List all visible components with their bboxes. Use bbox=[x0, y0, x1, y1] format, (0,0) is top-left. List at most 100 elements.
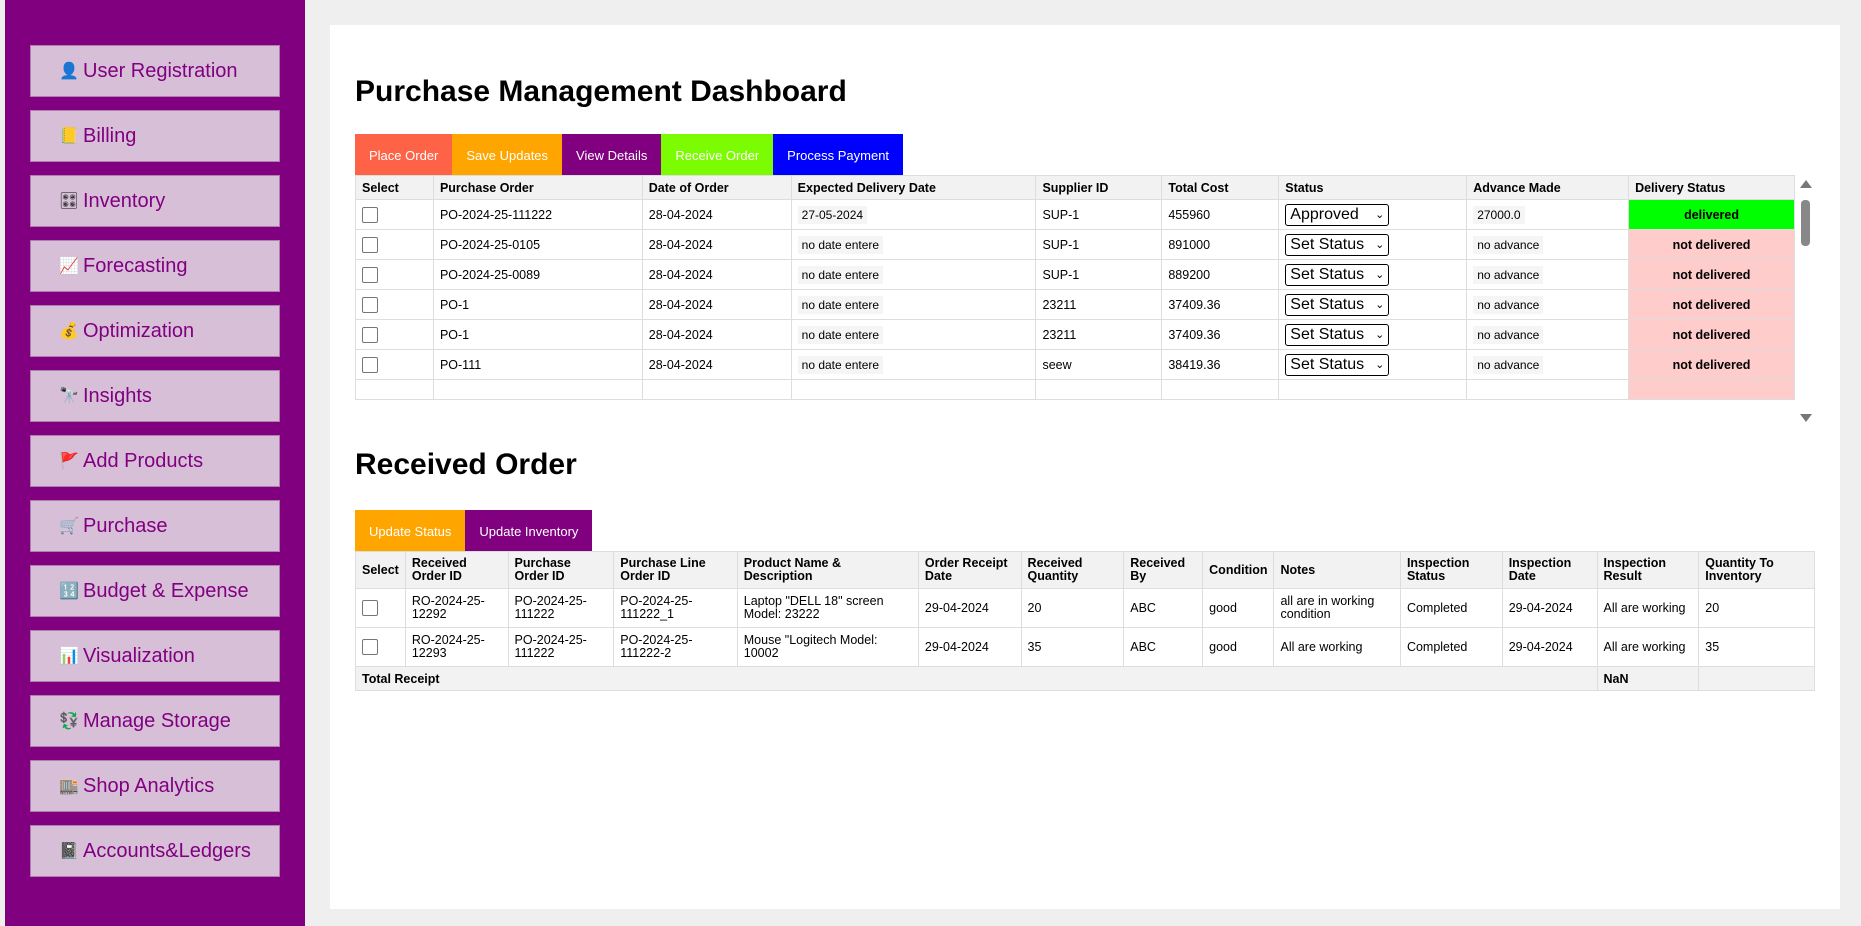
expected-date-input[interactable]: 27-05-2024 bbox=[797, 205, 868, 224]
ro-column-header: Notes bbox=[1273, 551, 1401, 589]
order-date: 28-04-2024 bbox=[641, 259, 792, 290]
advance-input[interactable]: no advance bbox=[1473, 295, 1544, 314]
po-column-header: Expected Delivery Date bbox=[790, 175, 1037, 200]
scrollbar-thumb[interactable] bbox=[1801, 200, 1810, 246]
sidebar-item-budget-expense[interactable]: 🔢 Budget & Expense bbox=[30, 565, 280, 617]
supplier-id: 23211 bbox=[1035, 289, 1163, 320]
sidebar-item-visualization[interactable]: 📊 Visualization bbox=[30, 630, 280, 682]
ro-column-header: Quantity To Inventory bbox=[1698, 551, 1815, 589]
select-cell bbox=[355, 229, 434, 260]
row-checkbox[interactable] bbox=[362, 639, 378, 655]
row-checkbox[interactable] bbox=[362, 236, 378, 253]
advance-input[interactable]: no advance bbox=[1473, 325, 1544, 344]
sidebar-item-inventory[interactable]: 🎛 Inventory bbox=[30, 175, 280, 227]
po-column-header: Total Cost bbox=[1161, 175, 1280, 200]
advance-cell: no advance bbox=[1466, 229, 1630, 260]
scroll-up-arrow-icon[interactable] bbox=[1800, 180, 1812, 188]
scroll-down-arrow-icon[interactable] bbox=[1800, 414, 1812, 422]
chevron-down-icon: ⌄ bbox=[1375, 359, 1385, 371]
ro-notes: all are in working condition bbox=[1273, 588, 1401, 628]
flag-icon: 🚩 bbox=[59, 453, 79, 470]
sidebar-item-forecasting[interactable]: 📈 Forecasting bbox=[30, 240, 280, 292]
money-bag-icon: 💰 bbox=[59, 323, 79, 340]
chevron-down-icon: ⌄ bbox=[1375, 299, 1385, 311]
sidebar-item-label: Visualization bbox=[83, 644, 195, 667]
po-table-scrollbar[interactable] bbox=[1798, 180, 1814, 422]
po-view-details-button[interactable]: View Details bbox=[562, 134, 662, 176]
advance-cell: no advance bbox=[1466, 289, 1630, 320]
status-select[interactable]: Set Status ⌄ bbox=[1285, 263, 1390, 286]
sidebar-item-purchase[interactable]: 🛒 Purchase bbox=[30, 500, 280, 552]
row-checkbox[interactable] bbox=[362, 326, 378, 343]
ro-insp-result: All are working bbox=[1596, 627, 1700, 667]
delivery-status: not delivered bbox=[1628, 289, 1795, 320]
po-toolbar: Place Order Save Updates View Details Recei… bbox=[355, 134, 904, 176]
chevron-down-icon: ⌄ bbox=[1375, 329, 1385, 341]
sidebar-item-label: Budget & Expense bbox=[83, 579, 249, 602]
po-column-header: Date of Order bbox=[641, 175, 792, 200]
sidebar-item-insights[interactable]: 🔭 Insights bbox=[30, 370, 280, 422]
status-select[interactable]: Set Status ⌄ bbox=[1285, 323, 1390, 346]
po-place-order-button[interactable]: Place Order bbox=[355, 134, 453, 176]
row-checkbox[interactable] bbox=[362, 600, 378, 616]
sidebar-item-shop-analytics[interactable]: 🏬 Shop Analytics bbox=[30, 760, 280, 812]
sidebar-item-accounts-ledgers[interactable]: 📓 Accounts&Ledgers bbox=[30, 825, 280, 877]
ro-insp-status: Completed bbox=[1399, 627, 1503, 667]
po-table-header: Select Purchase Order Date of Order Expecte… bbox=[355, 175, 1795, 200]
po-process-payment-button[interactable]: Process Payment bbox=[773, 134, 904, 176]
po-column-header: Status bbox=[1278, 175, 1468, 200]
sidebar-item-add-products[interactable]: 🚩 Add Products bbox=[30, 435, 280, 487]
expected-date-input[interactable]: no date entere bbox=[797, 295, 884, 314]
status-select[interactable]: Approved ⌄ bbox=[1285, 203, 1390, 226]
ro-product: Laptop "DELL 18" screen Model: 23222 bbox=[736, 588, 919, 628]
currency-exchange-icon: 💱 bbox=[59, 713, 79, 730]
ro-column-header: Inspection Date bbox=[1501, 551, 1598, 589]
row-checkbox[interactable] bbox=[362, 356, 378, 373]
po-save-updates-button[interactable]: Save Updates bbox=[452, 134, 563, 176]
ro-update-status-button[interactable]: Update Status bbox=[355, 510, 466, 552]
sidebar-item-label: Forecasting bbox=[83, 254, 188, 277]
ro-table-row: RO-2024-25-12293 PO-2024-25-111222 PO-2024… bbox=[355, 627, 1815, 667]
department-store-icon: 🏬 bbox=[59, 778, 79, 795]
po-table-row: PO-2024-25-111222 28-04-2024 27-05-2024 SUP… bbox=[355, 199, 1795, 230]
status-cell: Set Status ⌄ bbox=[1278, 229, 1468, 260]
received-orders-table: Select Received Order ID Purchase Order ID… bbox=[355, 551, 1815, 691]
ro-column-header: Received By bbox=[1123, 551, 1204, 589]
po-table-row: PO-1 28-04-2024 no date entere 23211 37409.3… bbox=[355, 319, 1795, 350]
ro-ro: RO-2024-25-12293 bbox=[404, 627, 509, 667]
advance-input[interactable]: 27000.0 bbox=[1473, 205, 1525, 224]
ro-po: PO-2024-25-111222 bbox=[507, 627, 615, 667]
expected-date-input[interactable]: no date entere bbox=[797, 235, 884, 254]
row-checkbox[interactable] bbox=[362, 206, 378, 223]
ro-column-header: Received Quantity bbox=[1020, 551, 1125, 589]
expected-date-input[interactable]: no date entere bbox=[797, 325, 884, 344]
supplier-id: SUP-1 bbox=[1035, 259, 1163, 290]
ro-insp-result: All are working bbox=[1596, 588, 1700, 628]
purchase-orders-table-container[interactable]: Select Purchase Order Date of Order Expecte… bbox=[355, 175, 1810, 423]
sidebar-item-billing[interactable]: 📒 Billing bbox=[30, 110, 280, 162]
advance-input[interactable]: no advance bbox=[1473, 235, 1544, 254]
row-checkbox[interactable] bbox=[362, 266, 378, 283]
ro-update-inventory-button[interactable]: Update Inventory bbox=[465, 510, 593, 552]
ro-condition: good bbox=[1202, 627, 1275, 667]
chevron-down-icon: ⌄ bbox=[1375, 209, 1385, 221]
po-receive-order-button[interactable]: Receive Order bbox=[661, 134, 774, 176]
status-cell: Set Status ⌄ bbox=[1278, 289, 1468, 320]
total-cost: 889200 bbox=[1161, 259, 1280, 290]
status-select[interactable]: Set Status ⌄ bbox=[1285, 353, 1390, 376]
sidebar-item-optimization[interactable]: 💰 Optimization bbox=[30, 305, 280, 357]
total-cost: 455960 bbox=[1161, 199, 1280, 230]
sidebar-item-user-registration[interactable]: 👤 User Registration bbox=[30, 45, 280, 97]
po-table-row: PO-111 28-04-2024 no date entere seew 38419.… bbox=[355, 349, 1795, 380]
status-select[interactable]: Set Status ⌄ bbox=[1285, 233, 1390, 256]
advance-input[interactable]: no advance bbox=[1473, 355, 1544, 374]
row-checkbox[interactable] bbox=[362, 296, 378, 313]
status-select[interactable]: Set Status ⌄ bbox=[1285, 293, 1390, 316]
sidebar-item-manage-storage[interactable]: 💱 Manage Storage bbox=[30, 695, 280, 747]
total-label: Total Receipt bbox=[355, 666, 1598, 691]
ro-qty: 20 bbox=[1020, 588, 1125, 628]
expected-date-input[interactable]: no date entere bbox=[797, 355, 884, 374]
delivery-status: not delivered bbox=[1628, 229, 1795, 260]
expected-date-input[interactable]: no date entere bbox=[797, 265, 884, 284]
advance-input[interactable]: no advance bbox=[1473, 265, 1544, 284]
